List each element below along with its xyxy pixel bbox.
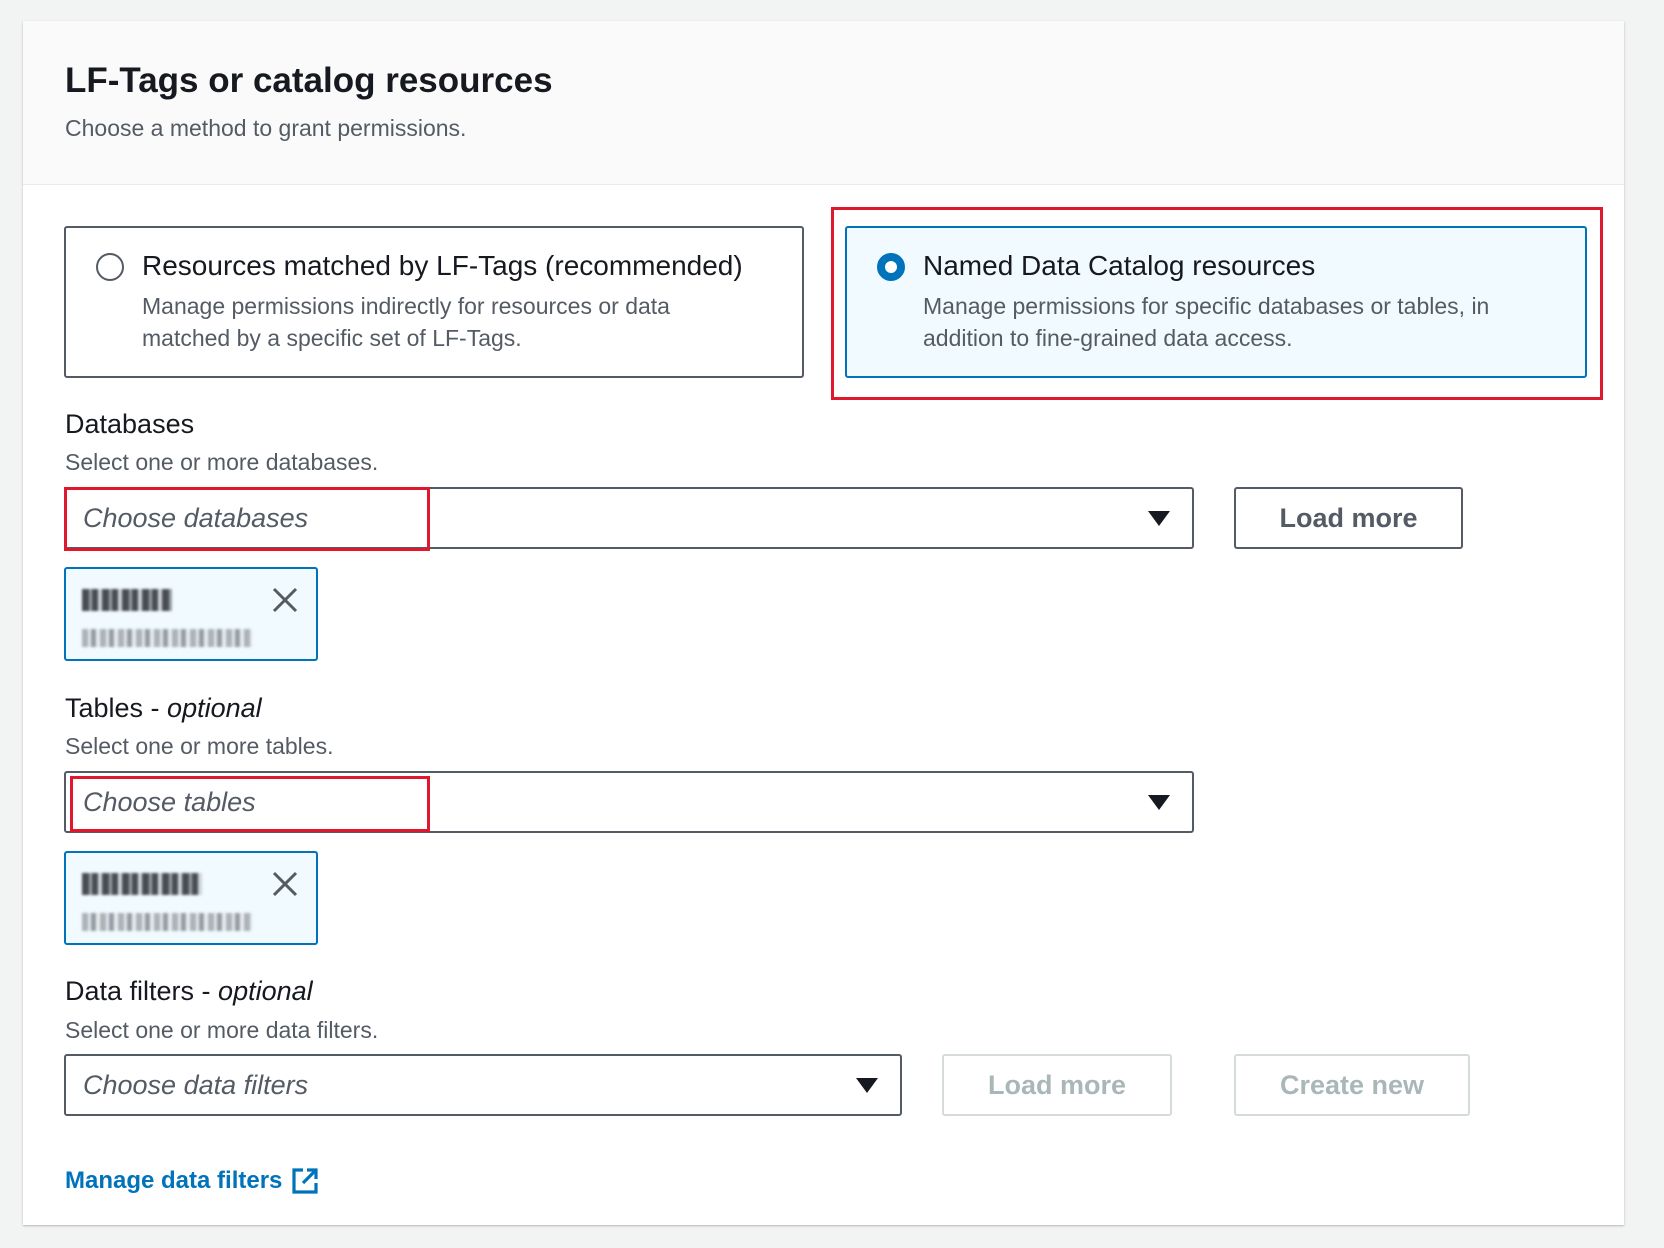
radio-lf-tags[interactable] <box>96 253 124 281</box>
method-title: Resources matched by LF-Tags (recommende… <box>142 250 743 281</box>
data-filters-placeholder: Choose data filters <box>83 1070 309 1100</box>
method-description: Manage permissions indirectly for resour… <box>142 293 670 351</box>
token-detail-redacted <box>82 913 252 931</box>
data-filters-label-text: Data filters - <box>65 976 219 1006</box>
tables-label: Tables - optional <box>65 693 262 724</box>
external-link-icon <box>292 1168 319 1194</box>
close-icon[interactable] <box>270 585 300 615</box>
tables-placeholder: Choose tables <box>83 787 256 817</box>
token-name-redacted <box>82 589 172 611</box>
databases-description: Select one or more databases. <box>65 449 379 475</box>
data-filters-label: Data filters - optional <box>65 976 313 1007</box>
caret-down-icon <box>1148 511 1170 526</box>
method-tile-named-resources[interactable]: Named Data Catalog resources Manage perm… <box>845 226 1587 378</box>
method-tile-lf-tags[interactable]: Resources matched by LF-Tags (recommende… <box>64 226 804 378</box>
databases-select[interactable]: Choose databases <box>64 487 1194 549</box>
databases-label: Databases <box>65 409 195 439</box>
manage-data-filters-link[interactable]: Manage data filters <box>65 1166 320 1196</box>
tables-label-text: Tables - <box>65 693 168 723</box>
permissions-panel: LF-Tags or catalog resources Choose a me… <box>23 21 1624 1225</box>
radio-named-resources[interactable] <box>877 253 905 281</box>
token-detail-redacted <box>82 629 252 647</box>
token-name-redacted <box>82 873 202 895</box>
close-icon[interactable] <box>270 869 300 899</box>
tables-description: Select one or more tables. <box>65 733 334 759</box>
method-title: Named Data Catalog resources <box>923 250 1316 281</box>
manage-link-text: Manage data filters <box>65 1167 283 1194</box>
databases-load-more-button[interactable]: Load more <box>1234 487 1463 549</box>
caret-down-icon <box>856 1078 878 1093</box>
optional-tag: optional <box>218 976 313 1006</box>
tables-select[interactable]: Choose tables <box>64 771 1194 833</box>
create-new-button[interactable]: Create new <box>1234 1054 1470 1116</box>
panel-description: Choose a method to grant permissions. <box>65 115 467 141</box>
data-filters-description: Select one or more data filters. <box>65 1017 379 1043</box>
optional-tag: optional <box>167 693 262 723</box>
database-token <box>64 567 318 661</box>
caret-down-icon <box>1148 795 1170 810</box>
method-description: Manage permissions for specific database… <box>923 293 1490 351</box>
data-filters-select[interactable]: Choose data filters <box>64 1054 902 1116</box>
panel-header: LF-Tags or catalog resources Choose a me… <box>23 21 1624 185</box>
table-token <box>64 851 318 945</box>
data-filters-load-more-button[interactable]: Load more <box>942 1054 1172 1116</box>
panel-title: LF-Tags or catalog resources <box>65 61 553 100</box>
databases-placeholder: Choose databases <box>83 503 309 533</box>
